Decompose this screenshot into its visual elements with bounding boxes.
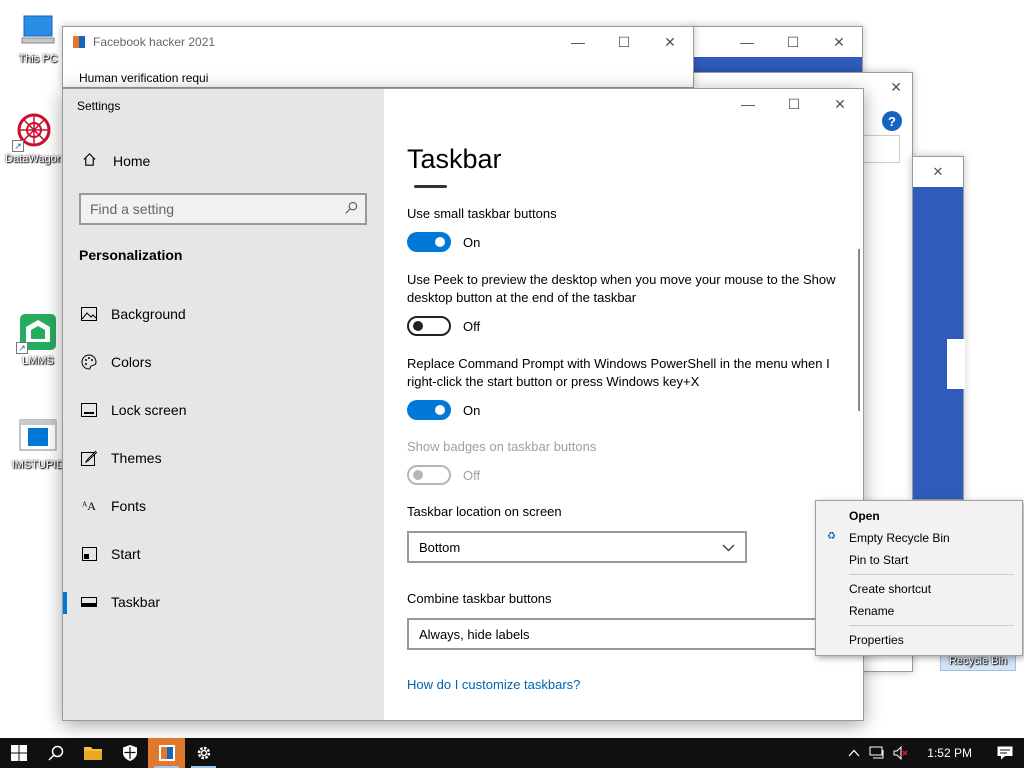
nav-home[interactable]: Home	[81, 152, 150, 170]
menu-item-rename[interactable]: Rename	[816, 600, 1022, 622]
close-icon[interactable]: ✕	[816, 27, 862, 57]
minimize-icon[interactable]: —	[724, 27, 770, 57]
taskbar-location-dropdown[interactable]: Bottom	[407, 531, 747, 563]
brush-icon	[80, 449, 98, 467]
nav-item-fonts[interactable]: ᴬA Fonts	[63, 482, 384, 530]
window-title: Settings	[77, 99, 121, 113]
maximize-icon[interactable]: ☐	[771, 89, 817, 119]
section-heading: Personalization	[79, 247, 183, 263]
network-icon[interactable]	[865, 738, 889, 768]
desktop-icon-this-pc[interactable]: This PC	[8, 10, 68, 65]
desktop-icon-imstupid[interactable]: IMSTUPID	[8, 416, 68, 471]
background-window-blue-panel[interactable]: ✕	[912, 156, 965, 500]
start-button[interactable]	[0, 738, 37, 768]
desktop-icon-datawagon[interactable]: ↗ DataWagon	[4, 110, 64, 165]
windows-logo-icon	[10, 745, 27, 761]
nav-item-colors[interactable]: Colors	[63, 338, 384, 386]
small-buttons-toggle[interactable]	[407, 232, 451, 252]
desktop-icon-lmms[interactable]: ↗ LMMS	[8, 312, 68, 367]
file-explorer-button[interactable]	[74, 738, 111, 768]
search-input[interactable]	[81, 195, 331, 223]
search-icon	[47, 745, 63, 761]
dialog-input[interactable]	[860, 135, 900, 163]
lmms-app-icon: ↗	[16, 312, 58, 354]
chevron-up-icon[interactable]	[843, 738, 865, 768]
taskbar-icon	[80, 593, 98, 611]
search-icon[interactable]	[345, 201, 358, 217]
system-tray: 1:52 PM	[843, 738, 1024, 768]
title-underline	[414, 185, 447, 188]
close-icon[interactable]: ✕	[913, 157, 963, 187]
close-icon[interactable]: ✕	[890, 79, 902, 96]
setting-badges: Show badges on taskbar buttons Off	[407, 438, 837, 485]
application-window-icon	[18, 416, 58, 456]
setting-small-buttons: Use small taskbar buttons On	[407, 205, 837, 252]
recycle-icon: ♻	[827, 531, 836, 542]
nav-list: Background Colors Lock screen Themes ᴬA …	[63, 290, 384, 626]
setting-taskbar-location: Taskbar location on screen Bottom	[407, 503, 837, 563]
volume-muted-icon[interactable]	[889, 738, 913, 768]
settings-sidebar: Settings Home Personalization Background…	[63, 89, 384, 720]
scrollbar[interactable]	[858, 249, 860, 411]
start-icon	[80, 545, 98, 563]
help-link[interactable]: How do I customize taskbars?	[407, 677, 580, 692]
shortcut-arrow-icon: ↗	[16, 342, 28, 354]
nav-item-start[interactable]: Start	[63, 530, 384, 578]
notifications-icon[interactable]	[986, 738, 1024, 768]
security-button[interactable]	[111, 738, 148, 768]
home-icon	[81, 152, 97, 170]
minimize-icon[interactable]: —	[725, 89, 771, 119]
clock[interactable]: 1:52 PM	[913, 738, 986, 768]
image-icon	[80, 305, 98, 323]
taskbar: 1:52 PM	[0, 738, 1024, 768]
palette-icon	[80, 353, 98, 371]
chevron-down-icon	[722, 540, 735, 555]
menu-separator	[849, 625, 1014, 626]
computer-icon	[18, 10, 58, 50]
menu-item-pin-to-start[interactable]: Pin to Start	[816, 549, 1022, 571]
font-icon: ᴬA	[82, 498, 96, 513]
folder-icon	[83, 747, 102, 760]
facebook-hacker-window[interactable]: Facebook hacker 2021 — ☐ ✕ Human verific…	[62, 26, 694, 88]
maximize-icon[interactable]: ☐	[770, 27, 816, 57]
recycle-bin-context-menu: Open ♻ Empty Recycle Bin Pin to Start Cr…	[815, 500, 1023, 656]
maximize-icon[interactable]: ☐	[601, 27, 647, 57]
shortcut-arrow-icon: ↗	[12, 140, 24, 152]
badges-toggle	[407, 465, 451, 485]
setting-combine-buttons: Combine taskbar buttons Always, hide lab…	[407, 590, 837, 650]
menu-separator	[849, 574, 1014, 575]
peek-toggle[interactable]	[407, 316, 451, 336]
datawagon-app-icon: ↗	[12, 110, 54, 152]
close-icon[interactable]: ✕	[647, 27, 693, 57]
settings-window: Settings Home Personalization Background…	[62, 88, 864, 721]
search-button[interactable]	[37, 738, 74, 768]
nav-item-background[interactable]: Background	[63, 290, 384, 338]
facebook-hacker-taskbar-button[interactable]	[148, 738, 185, 768]
settings-taskbar-button[interactable]	[185, 738, 222, 768]
nav-item-themes[interactable]: Themes	[63, 434, 384, 482]
search-setting-field[interactable]	[79, 193, 367, 225]
nav-item-taskbar[interactable]: Taskbar	[63, 578, 384, 626]
nav-item-lock-screen[interactable]: Lock screen	[63, 386, 384, 434]
powershell-toggle[interactable]	[407, 400, 451, 420]
shield-icon	[122, 745, 137, 761]
menu-item-properties[interactable]: Properties	[816, 629, 1022, 651]
gear-icon	[197, 746, 210, 760]
menu-item-create-shortcut[interactable]: Create shortcut	[816, 578, 1022, 600]
settings-content: — ☐ ✕ Taskbar Use small taskbar buttons …	[384, 89, 863, 720]
menu-item-open[interactable]: Open	[816, 505, 1022, 527]
lock-screen-icon	[80, 401, 98, 419]
app-icon	[73, 36, 85, 48]
window-controls: — ☐ ✕	[725, 89, 863, 119]
page-title: Taskbar	[407, 144, 502, 174]
setting-peek: Use Peek to preview the desktop when you…	[407, 271, 837, 336]
combine-buttons-dropdown[interactable]: Always, hide labels	[407, 618, 827, 650]
close-icon[interactable]: ✕	[817, 89, 863, 119]
menu-item-empty-recycle-bin[interactable]: ♻ Empty Recycle Bin	[816, 527, 1022, 549]
setting-powershell: Replace Command Prompt with Windows Powe…	[407, 355, 837, 420]
app-icon	[158, 745, 175, 761]
minimize-icon[interactable]: —	[555, 27, 601, 57]
help-icon[interactable]: ?	[882, 111, 902, 131]
